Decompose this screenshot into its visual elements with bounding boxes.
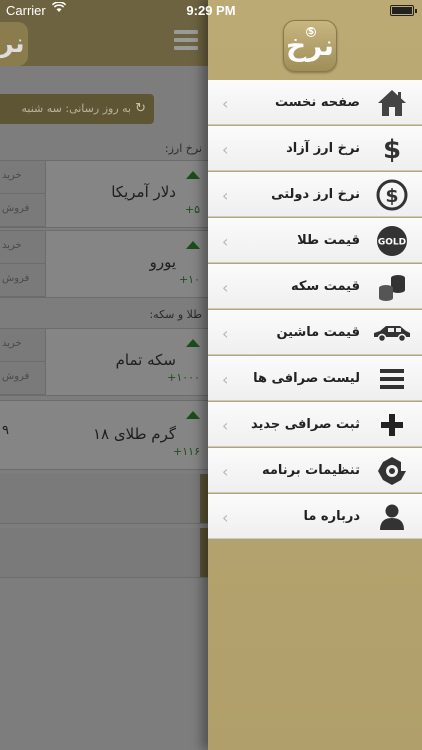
gold-icon: GOLD [376,225,408,257]
chevron-left-icon: ‹ [222,508,229,527]
coin-name: سکه تمام [115,351,176,369]
currency-section-label: نرخ ارز: [164,142,202,155]
hamburger-icon[interactable] [174,30,198,50]
refresh-icon: ↻ [135,101,146,116]
list-item[interactable] [0,474,208,524]
list-item[interactable] [0,528,208,578]
menu-item-free-rate[interactable]: ‹ نرخ ارز آزاد $ [208,126,422,171]
menu-item-about[interactable]: ‹ درباره ما [208,494,422,539]
buy-sell-column: خرید فروش [0,329,46,395]
chevron-left-icon: ‹ [222,94,229,113]
chevron-left-icon: ‹ [222,140,229,159]
menu-item-label: نرخ ارز آزاد [286,141,360,156]
buy-sell-column: خرید فروش [0,231,46,297]
gold-section-label: طلا و سکه: [149,308,202,321]
chevron-left-icon: ‹ [222,232,229,251]
menu-item-label: درباره ما [303,509,360,524]
status-bar: Carrier 9:29 PM [0,0,422,22]
chevron-left-icon: ‹ [222,324,229,343]
menu-item-car-price[interactable]: ‹ قیمت ماشین [208,310,422,355]
currency-name: یورو [149,253,176,271]
menu-item-coin-price[interactable]: ‹ قیمت سکه [208,264,422,309]
menu-item-label: تنظیمات برنامه [261,463,360,478]
main-logo: نرخ [0,22,28,66]
buy-label: خرید [0,231,45,264]
menu-item-gold-price[interactable]: ‹ قیمت طلا GOLD [208,218,422,263]
price-value: ۹ [2,423,9,438]
rate-card-usd[interactable]: خرید فروش دلار آمریکا +۵ [0,160,208,228]
battery-icon [390,5,417,16]
gear-icon [376,455,408,487]
chevron-left-icon: ‹ [222,278,229,297]
svg-text:$: $ [385,185,398,207]
sell-label: فروش [0,194,45,227]
menu-item-label: صفحه نخست [275,95,360,110]
arrow-up-icon [186,171,200,179]
arrow-up-icon [186,411,200,419]
chevron-left-icon: ‹ [222,462,229,481]
gold-name: گرم طلای ۱۸ [93,425,176,443]
menu-item-label: قیمت ماشین [276,325,360,340]
plus-icon [376,409,408,441]
change-value: +۱۱۶ [173,445,200,458]
menu-item-settings[interactable]: ‹ تنظیمات برنامه [208,448,422,493]
chevron-left-icon: ‹ [222,370,229,389]
change-value: +۵ [184,203,200,216]
change-value: +۱۰۰۰ [167,371,200,384]
rate-card-coin[interactable]: خرید فروش سکه تمام +۱۰۰۰ [0,328,208,396]
menu-item-label: قیمت سکه [290,279,360,294]
menu-item-label: نرخ ارز دولتی [271,187,360,202]
menu-item-label: ثبت صرافی جدید [250,417,360,432]
chevron-left-icon: ‹ [222,186,229,205]
car-icon [372,317,412,349]
drawer-menu: ‹ صفحه نخست ‹ نرخ ارز آزاد $ ‹ نرخ ارز د… [208,80,422,540]
buy-sell-column: خرید فروش [0,161,46,227]
change-value: +۱۰ [178,273,200,286]
arrow-up-icon [186,339,200,347]
menu-item-home[interactable]: ‹ صفحه نخست [208,80,422,125]
buy-label: خرید [0,161,45,194]
coins-icon [376,271,408,303]
refresh-label: به روز رسانی: سه شنبه [21,102,132,115]
side-drawer: $ نرخ ‹ صفحه نخست ‹ نرخ ارز آزاد $ ‹ نرخ… [208,0,422,750]
main-screen[interactable]: نرخ ↻به روز رسانی: سه شنبه نرخ ارز: خرید… [0,0,208,750]
menu-item-exchange-list[interactable]: ‹ لیست صرافی ها [208,356,422,401]
list-icon [376,363,408,395]
svg-text:$: $ [383,135,401,164]
clock: 9:29 PM [186,3,236,18]
sell-label: فروش [0,362,45,395]
buy-label: خرید [0,329,45,362]
chevron-left-icon: ‹ [222,416,229,435]
menu-item-government-rate[interactable]: ‹ نرخ ارز دولتی $ [208,172,422,217]
dollar-coin-icon: $ [306,27,316,37]
menu-item-label: قیمت طلا [297,233,360,248]
menu-item-label: لیست صرافی ها [253,371,360,386]
main-body: ↻به روز رسانی: سه شنبه نرخ ارز: خرید فرو… [0,66,208,750]
rate-card-eur[interactable]: خرید فروش یورو +۱۰ [0,230,208,298]
sell-label: فروش [0,264,45,297]
currency-name: دلار آمریکا [111,183,176,201]
rate-card-gold[interactable]: ۹ گرم طلای ۱۸ +۱۱۶ [0,400,208,470]
gold-icon-text: GOLD [378,238,406,248]
home-icon [376,87,408,119]
arrow-up-icon [186,241,200,249]
user-icon [376,501,408,533]
menu-item-register-exchange[interactable]: ‹ ثبت صرافی جدید [208,402,422,447]
refresh-button[interactable]: ↻به روز رسانی: سه شنبه [0,94,154,124]
dollar-icon: $ [376,133,408,165]
app-logo: $ نرخ [283,20,337,72]
dollar-circle-icon: $ [376,179,408,211]
